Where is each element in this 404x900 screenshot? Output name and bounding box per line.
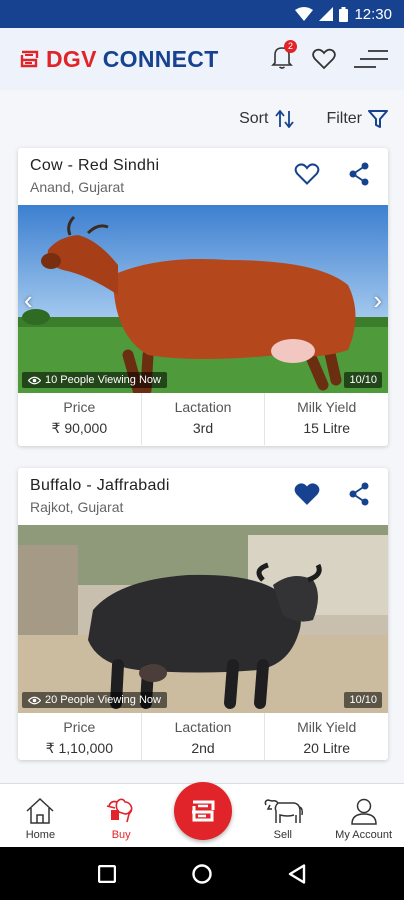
- share-icon[interactable]: [348, 482, 370, 506]
- brand-logo: DGV CONNECT: [18, 46, 219, 73]
- stat-value: 15 Litre: [303, 420, 351, 436]
- stat-label: Price: [63, 399, 96, 415]
- battery-icon: [339, 6, 349, 22]
- app-header: DGV CONNECT 2: [0, 28, 404, 90]
- stat-value: 3rd: [192, 420, 214, 436]
- dgv-logo-icon: [20, 50, 39, 68]
- nav-label: Sell: [273, 829, 292, 841]
- favorite-heart-filled-icon[interactable]: [294, 483, 320, 505]
- menu-icon[interactable]: [354, 48, 388, 70]
- nav-label: Home: [25, 829, 56, 841]
- viewing-now-badge: 10 People Viewing Now: [22, 372, 167, 388]
- filter-funnel-icon: [368, 110, 388, 128]
- favorite-heart-icon[interactable]: [294, 163, 320, 185]
- cow-photo: [18, 205, 388, 393]
- nav-label: Buy: [111, 829, 131, 841]
- milk-yield-stat: Milk Yield 15 Litre: [265, 393, 388, 445]
- system-navigation-bar: [0, 847, 404, 900]
- center-action-button[interactable]: [174, 782, 232, 840]
- status-bar: 12:30: [0, 0, 404, 28]
- stat-label: Price: [63, 719, 96, 735]
- lactation-stat: Lactation 3rd: [142, 393, 266, 445]
- signal-icon: [319, 7, 334, 21]
- lactation-stat: Lactation 2nd: [142, 713, 266, 760]
- cow-icon: [264, 799, 303, 823]
- home-icon: [26, 797, 54, 824]
- status-time: 12:30: [354, 5, 392, 23]
- recents-icon[interactable]: [98, 864, 116, 883]
- stat-label: Lactation: [174, 399, 232, 415]
- eye-icon: [28, 696, 41, 704]
- stat-label: Milk Yield: [297, 719, 357, 735]
- buffalo-photo: [18, 525, 388, 713]
- back-icon[interactable]: [288, 863, 306, 884]
- home-circle-icon[interactable]: [192, 863, 212, 884]
- share-icon[interactable]: [348, 162, 370, 186]
- viewing-count: 20 People Viewing Now: [45, 694, 161, 706]
- listing-stats: Price ₹ 90,000 Lactation 3rd Milk Yield …: [18, 393, 388, 445]
- buy-icon: [106, 798, 133, 823]
- listing-header: Cow - Red Sindhi Anand, Gujarat: [18, 148, 388, 205]
- eye-icon: [28, 376, 41, 384]
- milk-yield-stat: Milk Yield 20 Litre: [265, 713, 388, 760]
- viewing-now-badge: 20 People Viewing Now: [22, 692, 167, 708]
- filter-button[interactable]: Filter: [326, 109, 388, 129]
- photo-counter: 10/10: [344, 372, 382, 388]
- stat-value: 20 Litre: [303, 740, 351, 756]
- stat-value: ₹ 90,000: [51, 420, 108, 436]
- previous-photo-button[interactable]: ‹: [24, 285, 33, 316]
- nav-home[interactable]: Home: [0, 784, 81, 847]
- nav-my-account[interactable]: My Account: [323, 784, 404, 847]
- nav-label: My Account: [335, 829, 393, 841]
- notification-badge: 2: [284, 39, 297, 53]
- listing-stats: Price ₹ 1,10,000 Lactation 2nd Milk Yiel…: [18, 713, 388, 760]
- filter-label: Filter: [326, 110, 362, 127]
- listing-header: Buffalo - Jaffrabadi Rajkot, Gujarat: [18, 468, 388, 525]
- notifications-button[interactable]: 2: [270, 39, 297, 75]
- sort-filter-bar: Sort Filter: [0, 104, 404, 134]
- listing-card[interactable]: Buffalo - Jaffrabadi Rajkot, Gujarat 20 …: [18, 468, 388, 760]
- account-icon: [350, 798, 377, 825]
- wifi-icon: [295, 7, 314, 21]
- viewing-count: 10 People Viewing Now: [45, 374, 161, 386]
- listing-photo[interactable]: 20 People Viewing Now 10/10: [18, 525, 388, 713]
- price-stat: Price ₹ 1,10,000: [18, 713, 142, 760]
- stat-value: 2nd: [191, 740, 215, 756]
- sort-button[interactable]: Sort: [239, 110, 296, 128]
- stat-value: ₹ 1,10,000: [45, 740, 113, 756]
- nav-sell[interactable]: Sell: [242, 784, 323, 847]
- listing-card[interactable]: Cow - Red Sindhi Anand, Gujarat ‹ › 10 P…: [18, 148, 388, 446]
- price-stat: Price ₹ 90,000: [18, 393, 142, 445]
- sort-arrows-icon: [275, 110, 295, 128]
- stat-label: Lactation: [174, 719, 232, 735]
- dgv-logo-icon: [192, 800, 215, 822]
- sort-label: Sort: [239, 110, 269, 127]
- listing-photo[interactable]: ‹ › 10 People Viewing Now 10/10: [18, 205, 388, 393]
- brand-name-dgv: DGV: [46, 45, 97, 72]
- wishlist-heart-icon[interactable]: [312, 48, 336, 70]
- photo-counter: 10/10: [344, 692, 382, 708]
- nav-buy[interactable]: Buy: [81, 784, 162, 847]
- brand-name-connect: CONNECT: [102, 45, 219, 72]
- next-photo-button[interactable]: ›: [373, 285, 382, 316]
- stat-label: Milk Yield: [297, 399, 357, 415]
